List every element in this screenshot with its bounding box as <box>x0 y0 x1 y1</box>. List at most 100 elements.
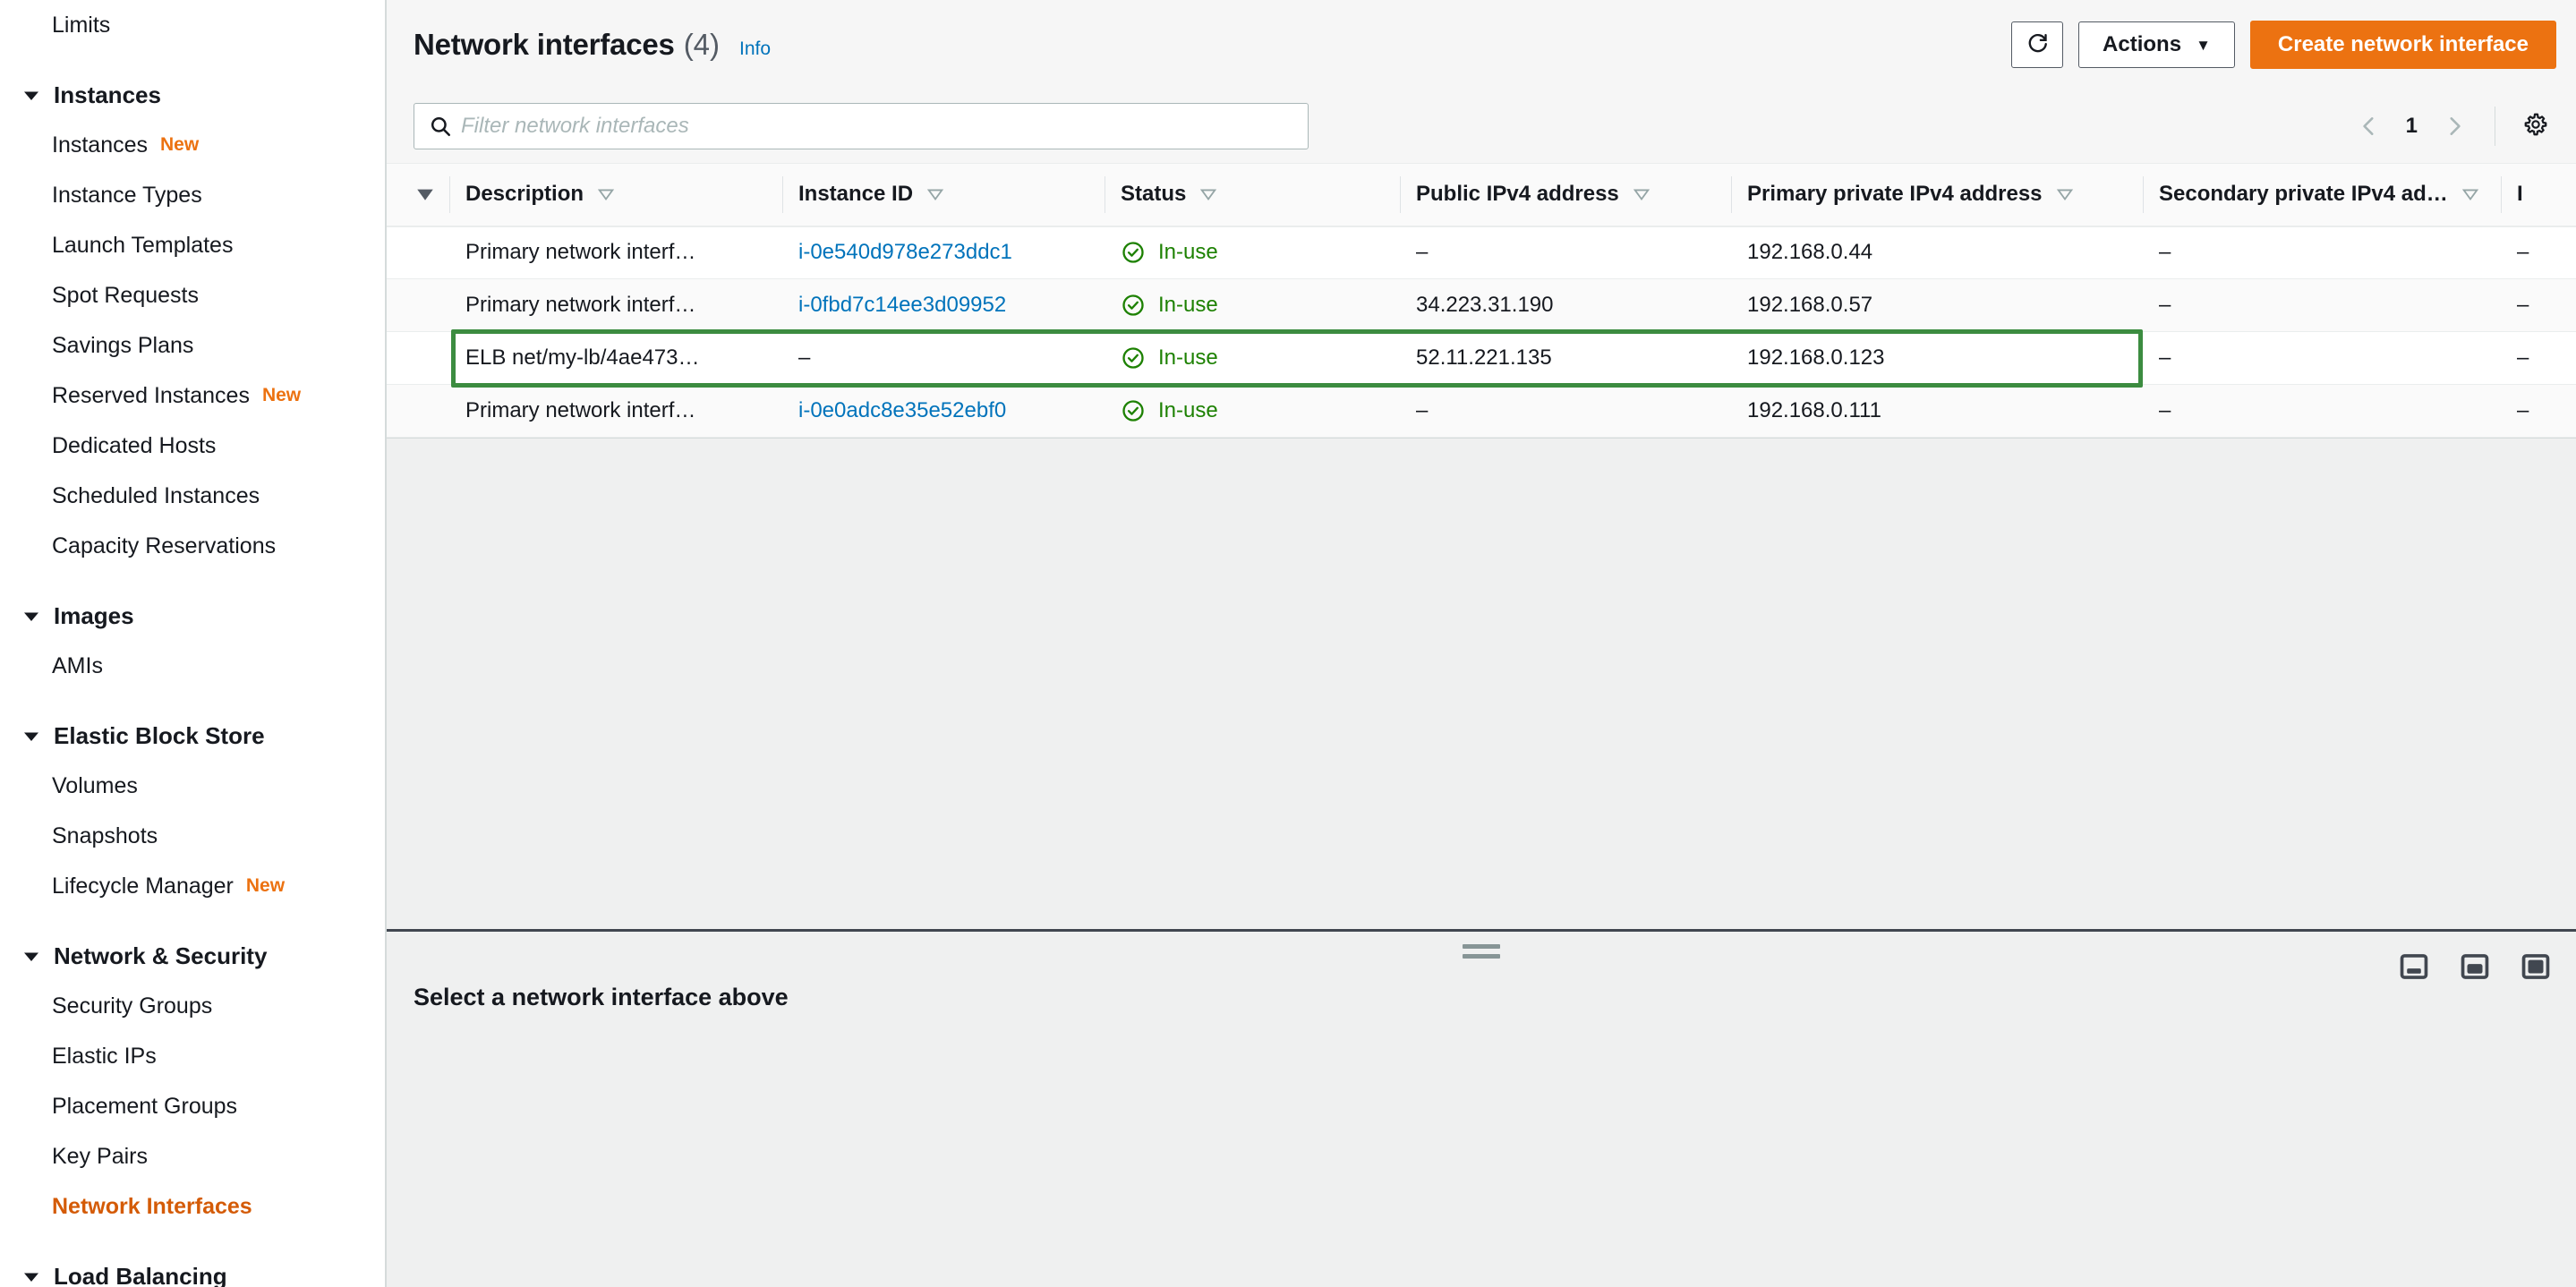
sort-triangle-icon[interactable] <box>925 184 945 204</box>
sidebar-item-savings-plans[interactable]: Savings Plans <box>0 320 385 371</box>
column-header-public_ipv4[interactable]: Public IPv4 address <box>1400 163 1731 227</box>
sidebar-item-instances[interactable]: Instances New <box>0 120 385 170</box>
sidebar-item-scheduled-instances[interactable]: Scheduled Instances <box>0 471 385 521</box>
caret-down-icon <box>20 604 43 627</box>
sidebar-item-key-pairs[interactable]: Key Pairs <box>0 1131 385 1181</box>
cell-primary_private_ipv4: 192.168.0.123 <box>1731 331 2143 385</box>
sort-triangle-icon[interactable] <box>1632 184 1651 204</box>
drag-handle-icon <box>1463 954 1500 959</box>
content-header: Network interfaces (4) Info Actions ▼ Cr… <box>387 0 2576 89</box>
info-link[interactable]: Info <box>739 38 771 60</box>
sort-triangle-icon[interactable] <box>2461 184 2480 204</box>
sort-triangle-icon[interactable] <box>1198 184 1218 204</box>
instance-id-link[interactable]: i-0e0adc8e35e52ebf0 <box>798 398 1006 422</box>
cell-instance_id[interactable]: i-0fbd7c14ee3d09952 <box>782 278 1105 332</box>
cell-status: In-use <box>1105 278 1400 332</box>
table-settings-button[interactable] <box>2515 106 2556 147</box>
sidebar-item-instance-types[interactable]: Instance Types <box>0 170 385 220</box>
pagination-prev[interactable] <box>2349 106 2390 147</box>
sidebar-group-instances[interactable]: Instances <box>0 70 385 120</box>
sidebar-item-security-groups[interactable]: Security Groups <box>0 981 385 1031</box>
cell-instance_id[interactable]: i-0e540d978e273ddc1 <box>782 226 1105 279</box>
sidebar-item-label: Volumes <box>52 772 138 798</box>
new-badge: New <box>245 875 286 896</box>
sidebar-item-reserved-instances[interactable]: Reserved Instances New <box>0 371 385 421</box>
actions-button[interactable]: Actions ▼ <box>2078 21 2235 68</box>
sidebar-item-lifecycle-manager[interactable]: Lifecycle Manager New <box>0 861 385 911</box>
panel-small-icon[interactable] <box>2397 950 2431 984</box>
sidebar-group-images[interactable]: Images <box>0 591 385 641</box>
column-header-description[interactable]: Description <box>449 163 782 227</box>
sidebar-item-label: Reserved Instances <box>52 382 250 408</box>
cell-description: Primary network interf… <box>449 384 782 438</box>
sidebar-item-placement-groups[interactable]: Placement Groups <box>0 1081 385 1131</box>
sort-triangle-icon[interactable] <box>415 184 435 204</box>
sidebar-item-volumes[interactable]: Volumes <box>0 761 385 811</box>
panel-large-icon[interactable] <box>2519 950 2553 984</box>
cell-public_ipv4: 52.11.221.135 <box>1400 331 1731 385</box>
table-row[interactable]: Primary network interf… i-0fbd7c14ee3d099… <box>387 278 2576 332</box>
split-panel-drag-handle[interactable] <box>1463 944 1500 964</box>
instance-id-link[interactable]: i-0fbd7c14ee3d09952 <box>798 293 1006 317</box>
cell-instance_id[interactable]: i-0e0adc8e35e52ebf0 <box>782 384 1105 438</box>
sort-triangle-icon[interactable] <box>2055 184 2075 204</box>
sidebar-item-capacity-reservations[interactable]: Capacity Reservations <box>0 521 385 571</box>
sidebar-spacer <box>0 50 385 70</box>
cell-status: In-use <box>1105 331 1400 385</box>
sidebar-group-network-security[interactable]: Network & Security <box>0 931 385 981</box>
page-title: Network interfaces <box>414 28 675 61</box>
cell-select[interactable] <box>387 331 449 385</box>
column-header-status[interactable]: Status <box>1105 163 1400 227</box>
panel-medium-icon[interactable] <box>2458 950 2492 984</box>
sidebar-group-load-balancing[interactable]: Load Balancing <box>0 1251 385 1287</box>
sidebar-group-elastic-block-store[interactable]: Elastic Block Store <box>0 711 385 761</box>
refresh-button[interactable] <box>2011 21 2064 68</box>
filter-bar: 1 <box>387 89 2576 163</box>
column-header-select[interactable] <box>387 163 449 227</box>
sidebar-item-label: AMIs <box>52 652 103 678</box>
sidebar-item-label: Instance Types <box>52 182 202 208</box>
sidebar-group-label: Elastic Block Store <box>54 721 265 749</box>
pagination-page-1[interactable]: 1 <box>2393 114 2430 139</box>
cell-description: ELB net/my-lb/4ae473… <box>449 331 782 385</box>
cell-secondary_private_ipv4: – <box>2143 278 2501 332</box>
sidebar-item-label: Capacity Reservations <box>52 533 277 558</box>
cell-select[interactable] <box>387 384 449 438</box>
sidebar-item-amis[interactable]: AMIs <box>0 641 385 691</box>
create-network-interface-button[interactable]: Create network interface <box>2249 21 2556 69</box>
header-actions: Actions ▼ Create network interface <box>2011 21 2556 69</box>
column-header-instance_id[interactable]: Instance ID <box>782 163 1105 227</box>
sidebar-item-dedicated-hosts[interactable]: Dedicated Hosts <box>0 421 385 471</box>
column-header-label: Description <box>465 182 584 207</box>
sidebar-item-elastic-ips[interactable]: Elastic IPs <box>0 1031 385 1081</box>
cell-secondary_private_ipv4: – <box>2143 331 2501 385</box>
pagination-next[interactable] <box>2434 106 2475 147</box>
sidebar-item-label: Key Pairs <box>52 1143 148 1169</box>
sidebar-item-limits[interactable]: Limits <box>0 0 385 50</box>
cell-select[interactable] <box>387 278 449 332</box>
sidebar-item-launch-templates[interactable]: Launch Templates <box>0 220 385 270</box>
cell-status: In-use <box>1105 226 1400 279</box>
column-header-label: I <box>2517 182 2523 207</box>
actions-label: Actions <box>2103 32 2182 56</box>
column-header-secondary_private_ipv4[interactable]: Secondary private IPv4 ad… <box>2143 163 2501 227</box>
column-header-primary_private_ipv4[interactable]: Primary private IPv4 address <box>1731 163 2143 227</box>
sort-triangle-icon[interactable] <box>596 184 616 204</box>
sidebar-item-spot-requests[interactable]: Spot Requests <box>0 270 385 320</box>
check-circle-icon <box>1121 345 1147 371</box>
search-box[interactable] <box>414 103 1309 149</box>
column-header-ipv6[interactable]: I <box>2501 163 2576 227</box>
instance-id-link[interactable]: i-0e540d978e273ddc1 <box>798 240 1012 264</box>
table-row[interactable]: Primary network interf… i-0e0adc8e35e52eb… <box>387 384 2576 438</box>
sidebar-group-label: Instances <box>54 81 161 108</box>
table-row[interactable]: ELB net/my-lb/4ae473… – In-use 52.11.221.13… <box>387 331 2576 385</box>
search-input[interactable] <box>454 114 1295 139</box>
caret-down-icon <box>20 83 43 107</box>
cell-select[interactable] <box>387 226 449 279</box>
sidebar-item-snapshots[interactable]: Snapshots <box>0 811 385 861</box>
sidebar-item-label: Snapshots <box>52 822 158 848</box>
sidebar-item-network-interfaces[interactable]: Network Interfaces <box>0 1181 385 1232</box>
table-row[interactable]: Primary network interf… i-0e540d978e273dd… <box>387 226 2576 279</box>
network-interfaces-table-wrap: Description Instance ID Status Public IPv4 … <box>387 163 2576 438</box>
cell-description: Primary network interf… <box>449 226 782 279</box>
